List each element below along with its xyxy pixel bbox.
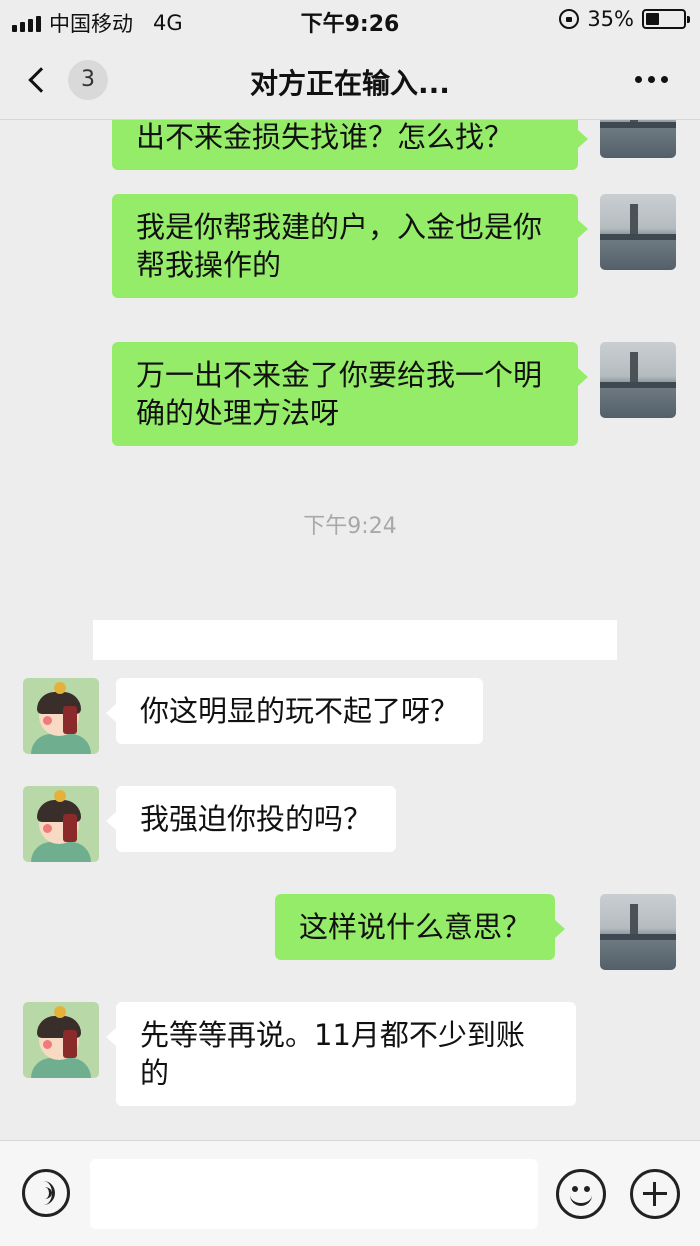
my-avatar[interactable] xyxy=(600,894,676,970)
more-dots-icon[interactable] xyxy=(635,76,668,83)
message-bubble-received[interactable]: 我强迫你投的吗？ xyxy=(105,786,397,852)
contact-avatar[interactable] xyxy=(23,678,99,754)
message-bubble-sent[interactable]: 我是你帮我建的户，入金也是你帮我操作的 xyxy=(112,194,588,298)
battery-percent: 35% xyxy=(587,7,634,31)
contact-avatar[interactable] xyxy=(23,786,99,862)
message-timestamp: 下午9:24 xyxy=(303,514,397,539)
chat-screen: 中国移动 4G 下午9:26 35% 3 对方正在输入... 出不来金损失找谁？… xyxy=(0,0,700,1246)
status-right: 35% xyxy=(559,7,690,31)
message-bubble-sent[interactable]: 出不来金损失找谁？怎么找？ xyxy=(112,120,588,170)
message-input[interactable] xyxy=(90,1159,538,1229)
voice-icon[interactable] xyxy=(22,1169,70,1217)
chat-area[interactable]: 出不来金损失找谁？怎么找？ 我是你帮我建的户，入金也是你帮我操作的 万一出不来金… xyxy=(0,120,700,1140)
my-avatar[interactable] xyxy=(600,120,676,158)
my-avatar[interactable] xyxy=(600,342,676,418)
my-avatar[interactable] xyxy=(600,194,676,270)
message-bubble-sent[interactable]: 万一出不来金了你要给我一个明确的处理方法呀 xyxy=(112,342,588,446)
input-bar xyxy=(0,1140,700,1246)
chat-title: 对方正在输入... xyxy=(250,67,450,100)
nav-bar: 3 对方正在输入... xyxy=(0,40,700,120)
emoji-icon[interactable] xyxy=(556,1169,606,1219)
plus-icon[interactable] xyxy=(630,1169,680,1219)
rotation-lock-icon xyxy=(559,9,580,29)
battery-icon xyxy=(642,9,690,29)
message-bubble-sent[interactable]: 这样说什么意思？ xyxy=(275,894,566,960)
battery-fill xyxy=(646,13,659,25)
system-message-strip xyxy=(93,620,617,660)
message-bubble-received[interactable]: 你这明显的玩不起了呀？ xyxy=(105,678,484,744)
status-bar: 中国移动 4G 下午9:26 35% xyxy=(0,0,700,40)
message-bubble-received[interactable]: 先等等再说。11月都不少到账的 xyxy=(106,1002,576,1106)
contact-avatar[interactable] xyxy=(23,1002,99,1078)
